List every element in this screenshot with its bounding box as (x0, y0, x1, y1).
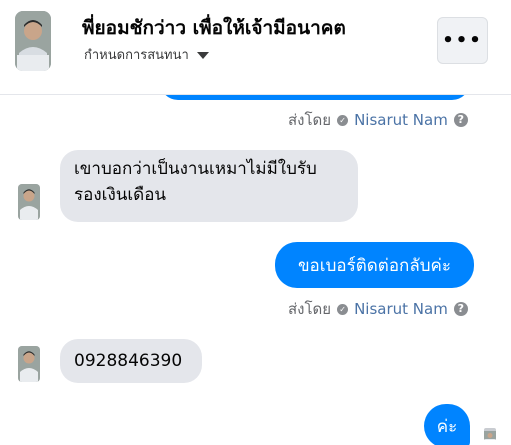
seen-avatar (484, 428, 496, 440)
message-text-line: รองเงินเดือน (74, 185, 167, 205)
help-icon[interactable]: ? (453, 302, 468, 316)
caret-down-icon (196, 52, 209, 59)
outgoing-message-bubble[interactable]: ค่ะ (424, 404, 470, 445)
message-text-line: เขาบอกว่าเป็นงานเหมาไม่มีใบรับ (74, 159, 317, 179)
incoming-message-bubble[interactable]: เขาบอกว่าเป็นงานเหมาไม่มีใบรับ รองเงินเด… (60, 150, 358, 222)
sent-by-label: ส่งโดย (288, 111, 332, 129)
sent-by-line: ส่งโดย ✓ Nisarut Nam ? (288, 108, 468, 132)
conversation-options-label: กำหนดการสนทนา (84, 48, 189, 63)
conversation-header: พี่ยอมชักว่าว เพื่อให้เจ้ามีอนาคต กำหนดก… (0, 0, 511, 95)
help-icon[interactable]: ? (453, 113, 468, 127)
conversation-options-dropdown[interactable]: กำหนดการสนทนา (84, 44, 209, 65)
sent-by-line: ส่งโดย ✓ Nisarut Nam ? (288, 297, 468, 321)
messenger-conversation: พี่ยอมชักว่าว เพื่อให้เจ้ามีอนาคต กำหนดก… (0, 0, 511, 445)
sender-avatar[interactable] (18, 346, 40, 382)
more-options-button[interactable]: ••• (437, 17, 488, 64)
avatar[interactable] (15, 11, 51, 71)
incoming-message-bubble[interactable]: 0928846390 (60, 339, 202, 383)
sender-avatar[interactable] (18, 184, 40, 220)
sender-name-link[interactable]: Nisarut Nam (354, 111, 448, 129)
conversation-title: พี่ยอมชักว่าว เพื่อให้เจ้ามีอนาคต (82, 17, 346, 39)
sent-check-icon: ✓ (337, 303, 349, 315)
sender-name-link[interactable]: Nisarut Nam (354, 300, 448, 318)
sent-by-label: ส่งโดย (288, 300, 332, 318)
outgoing-message-bubble[interactable]: ขอเบอร์ติดต่อกลับค่ะ (275, 242, 474, 288)
sent-check-icon: ✓ (337, 114, 349, 126)
